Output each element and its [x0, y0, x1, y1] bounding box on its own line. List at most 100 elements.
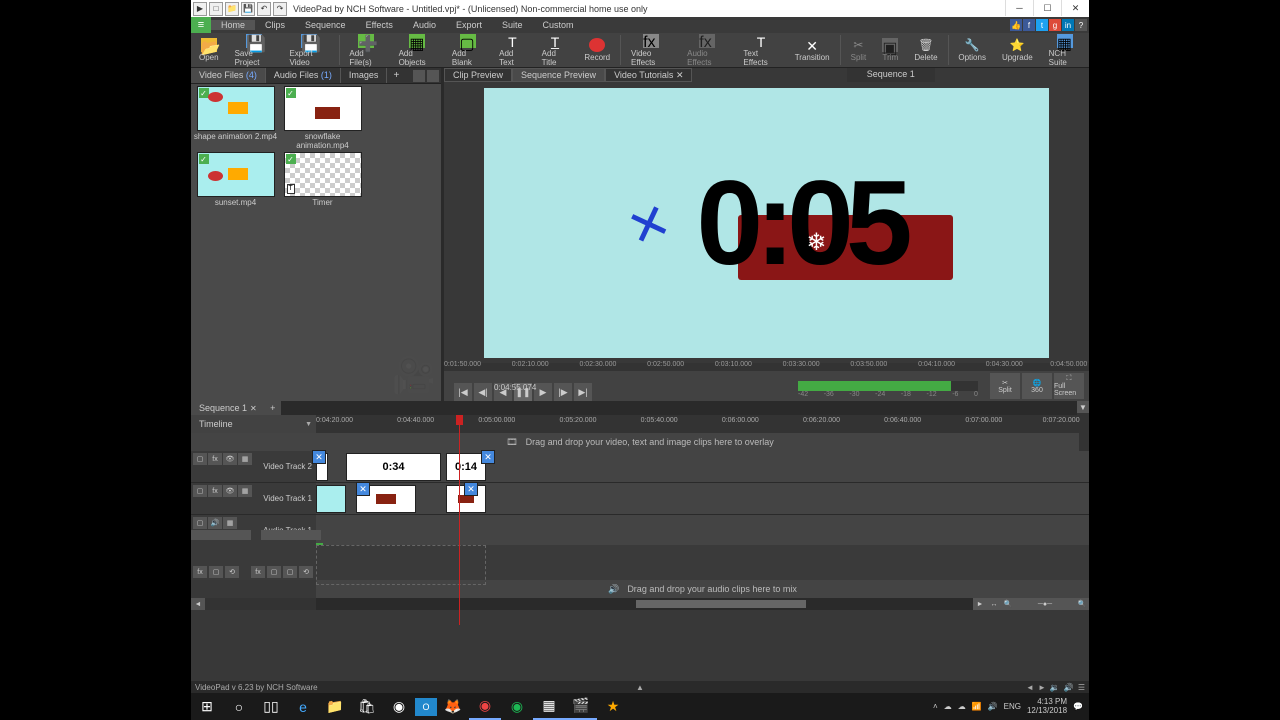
spotify-icon[interactable]: ◉ — [501, 693, 533, 720]
timeline-tab-seq1[interactable]: Sequence 1✕ — [191, 401, 265, 415]
track-mute[interactable]: 🔊 — [208, 517, 222, 529]
undo-icon[interactable]: ↶ — [257, 2, 271, 16]
timeline-spacer[interactable] — [316, 545, 1089, 580]
tray-chevron[interactable]: ˄ — [933, 702, 938, 711]
transition-icon[interactable]: ✕ — [464, 482, 478, 496]
timeline-tab-add[interactable]: + — [265, 401, 281, 415]
system-tray[interactable]: ˄ ☁ ☁ 📶 🔊 ENG 4:13 PM 12/13/2018 💬 — [933, 698, 1089, 716]
track-content[interactable]: 0:34 0:14 ✕ ✕ — [316, 451, 1089, 482]
store-icon[interactable]: 🛍 — [351, 693, 383, 720]
linkedin-icon[interactable]: in — [1062, 19, 1074, 31]
twitter-icon[interactable]: t — [1036, 19, 1048, 31]
zoom-out[interactable]: 🔍 — [1001, 598, 1015, 610]
tl-btn[interactable]: ▢ — [209, 566, 223, 578]
start-button[interactable]: ⊞ — [191, 693, 223, 720]
cloud-icon[interactable]: ☁ — [944, 702, 952, 711]
options-button[interactable]: 🔧Options — [950, 33, 994, 68]
menu-effects[interactable]: Effects — [356, 20, 403, 30]
tl-btn[interactable]: ▢ — [283, 566, 297, 578]
overlay-drop-zone[interactable]: 🎞Drag and drop your video, text and imag… — [191, 433, 1089, 451]
maximize-button[interactable]: ☐ — [1033, 0, 1061, 16]
settings-icon[interactable]: ☰ — [1078, 683, 1085, 692]
timeline-mode-label[interactable]: Timeline — [199, 419, 233, 429]
save-project-button[interactable]: 💾Save Project — [227, 33, 282, 68]
nch-suite-button[interactable]: ▦NCH Suite — [1041, 33, 1089, 68]
forward-button[interactable]: ▶ — [534, 383, 552, 401]
outlook-icon[interactable]: O — [415, 698, 437, 716]
vol-up-icon[interactable]: 🔊 — [1064, 683, 1074, 692]
preview-viewport[interactable]: ✕ 0:05 ❄ — [444, 82, 1089, 363]
new-icon[interactable]: □ — [209, 2, 223, 16]
vscroll[interactable] — [1079, 433, 1089, 451]
track-fx[interactable]: fx — [208, 453, 222, 465]
track-fx[interactable]: fx — [208, 485, 222, 497]
goto-end-button[interactable]: ▶| — [574, 383, 592, 401]
zoom-fit[interactable]: ↔ — [987, 598, 1001, 610]
menu-custom[interactable]: Custom — [533, 20, 584, 30]
open-icon[interactable]: 📁 — [225, 2, 239, 16]
transition-icon[interactable]: ✕ — [481, 450, 495, 464]
delete-button[interactable]: 🗑Delete — [906, 33, 945, 68]
close-button[interactable]: ✕ — [1061, 0, 1089, 16]
scroll-thumb[interactable] — [636, 600, 806, 608]
timeline-hscroll[interactable]: ◄ ► ↔ 🔍 ─●─ 🔍 — [191, 598, 1089, 610]
bin-item[interactable]: ✓T Timer — [280, 152, 365, 207]
google-icon[interactable]: g — [1049, 19, 1061, 31]
menu-clips[interactable]: Clips — [255, 20, 295, 30]
bin-tab-images[interactable]: Images — [341, 68, 388, 83]
track-solo[interactable]: ▦ — [223, 517, 237, 529]
zoom-in[interactable]: 🔍 — [1075, 598, 1089, 610]
bin-tab-video[interactable]: Video Files (4) — [191, 68, 266, 83]
tl-btn[interactable]: ⟲ — [299, 566, 313, 578]
menu-audio[interactable]: Audio — [403, 20, 446, 30]
menu-export[interactable]: Export — [446, 20, 492, 30]
language-indicator[interactable]: ENG — [1004, 702, 1021, 711]
audio-effects-button[interactable]: fxAudio Effects — [679, 33, 735, 68]
text-effects-button[interactable]: TText Effects — [735, 33, 786, 68]
bin-view-list[interactable] — [427, 70, 439, 82]
bin-items[interactable]: ✓ shape animation 2.mp4 ✓ snowflake anim… — [191, 84, 441, 401]
next-frame-button[interactable]: |▶ — [554, 383, 572, 401]
scroll-left[interactable]: ◄ — [191, 598, 205, 610]
wifi-icon[interactable]: 📶 — [972, 702, 982, 711]
track-more[interactable]: ▦ — [238, 453, 252, 465]
track-content[interactable]: ✕ ✕ — [316, 483, 1089, 514]
tab-sequence-preview[interactable]: Sequence Preview — [512, 68, 605, 82]
notifications-icon[interactable]: 💬 — [1073, 702, 1083, 711]
chrome-icon[interactable]: ◉ — [383, 693, 415, 720]
bin-tab-add[interactable]: + — [387, 68, 405, 83]
add-title-button[interactable]: T̲Add Title — [534, 33, 577, 68]
record-button[interactable]: Record — [576, 33, 618, 68]
tl-btn[interactable]: ⟲ — [225, 566, 239, 578]
fullscreen-button[interactable]: ⛶Full Screen — [1054, 373, 1084, 399]
tab-video-tutorials[interactable]: Video Tutorials ✕ — [605, 68, 692, 82]
explorer-icon[interactable]: 📁 — [319, 693, 351, 720]
volume-icon[interactable]: 🔊 — [988, 702, 998, 711]
bin-item[interactable]: ✓ shape animation 2.mp4 — [193, 86, 278, 150]
transition-icon[interactable]: ✕ — [356, 482, 370, 496]
like-icon[interactable]: 👍 — [1010, 19, 1022, 31]
add-blank-button[interactable]: ▢Add Blank — [444, 33, 491, 68]
taskbar-app-3[interactable]: ★ — [597, 693, 629, 720]
open-button[interactable]: 📂Open — [191, 33, 227, 68]
tl-btn[interactable]: fx — [193, 566, 207, 578]
bin-item[interactable]: ✓ sunset.mp4 — [193, 152, 278, 207]
track-more[interactable]: ▦ — [238, 485, 252, 497]
clip-timer-014[interactable]: 0:14 — [446, 453, 486, 481]
help-icon[interactable]: ? — [1075, 19, 1087, 31]
upgrade-button[interactable]: ⭐Upgrade — [994, 33, 1041, 68]
clip-timer-034[interactable]: 0:34 — [346, 453, 441, 481]
add-objects-button[interactable]: ▦Add Objects — [391, 33, 444, 68]
timeline-ruler[interactable]: 0:04:20.000 0:04:40.000 0:05:00.000 0:05… — [316, 415, 1089, 433]
add-files-button[interactable]: ➕Add File(s) — [341, 33, 390, 68]
add-text-button[interactable]: TAdd Text — [491, 33, 534, 68]
split-button[interactable]: ✂Split — [842, 33, 874, 68]
taskbar-app-2[interactable]: ▦ — [533, 693, 565, 720]
vol-down-icon[interactable]: 🔉 — [1050, 683, 1060, 692]
transition-button[interactable]: ✕Transition — [787, 33, 838, 68]
tab-clip-preview[interactable]: Clip Preview — [444, 68, 512, 82]
track-visible[interactable]: 👁 — [223, 453, 237, 465]
clip[interactable] — [316, 485, 346, 513]
expand-arrow[interactable]: ▲ — [636, 683, 644, 692]
track-lock[interactable]: ▢ — [193, 453, 207, 465]
